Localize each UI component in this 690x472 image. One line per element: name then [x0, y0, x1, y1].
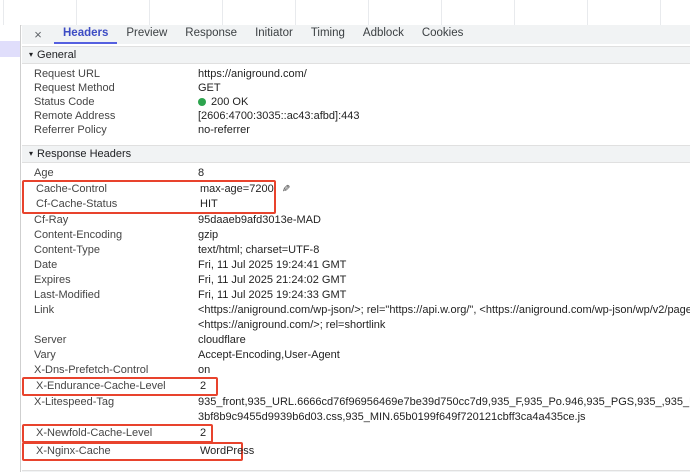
header-row-date: Date Fri, 11 Jul 2025 19:24:41 GMT — [22, 258, 690, 273]
page-table-grid — [0, 0, 690, 26]
header-row-content-encoding: Content-Encoding gzip — [22, 228, 690, 243]
annotation-box-endurance: X-Endurance-Cache-Level 2 — [22, 377, 218, 396]
header-row-cf-cache-status: Cf-Cache-Status HIT — [24, 197, 274, 212]
header-name: Referrer Policy — [34, 124, 107, 136]
header-value: 200 OK — [198, 95, 248, 109]
header-value: no-referrer — [198, 124, 250, 136]
header-row-x-newfold-cache-level: X-Newfold-Cache-Level 2 — [24, 426, 211, 441]
header-row-status-code: Status Code 200 OK — [22, 95, 690, 109]
tab-headers[interactable]: Headers — [54, 25, 118, 44]
header-value: Fri, 11 Jul 2025 19:24:41 GMT — [198, 259, 347, 271]
annotation-box-nginx: X-Nginx-Cache WordPress — [22, 442, 254, 461]
header-value: 2 — [200, 427, 207, 439]
header-value: text/html; charset=UTF-8 — [198, 244, 320, 256]
tab-cookies[interactable]: Cookies — [413, 25, 473, 44]
header-row-vary: Vary Accept-Encoding,User-Agent — [22, 348, 690, 363]
request-list-edge — [0, 25, 21, 472]
header-row-link: Link <https://aniground.com/wp-json/>; r… — [22, 303, 690, 333]
header-value: 8 — [198, 167, 205, 179]
header-name: Cache-Control — [36, 183, 107, 195]
header-name: X-Dns-Prefetch-Control — [34, 364, 149, 376]
header-name: Remote Address — [34, 110, 116, 122]
header-name: Vary — [34, 349, 56, 361]
header-value: HIT — [200, 198, 218, 210]
header-row-x-dns-prefetch-control: X-Dns-Prefetch-Control on — [22, 363, 690, 378]
header-value: gzip — [198, 229, 219, 241]
header-row-cf-ray: Cf-Ray 95daaeb9afd3013e-MAD — [22, 213, 690, 228]
tab-preview[interactable]: Preview — [117, 25, 176, 44]
devtools-tabbar: × Headers Preview Response Initiator Tim… — [22, 25, 690, 44]
tab-response[interactable]: Response — [176, 25, 246, 44]
header-value: 95daaeb9afd3013e-MAD — [198, 214, 321, 226]
tab-timing[interactable]: Timing — [302, 25, 354, 44]
header-name: X-Litespeed-Tag — [34, 396, 115, 408]
header-name: Expires — [34, 274, 71, 286]
header-value: on — [198, 364, 211, 376]
header-row-request-method: Request Method GET — [22, 81, 690, 95]
header-row-request-url: Request URL https://aniground.com/ — [22, 67, 690, 81]
header-name: Request Method — [34, 82, 115, 94]
header-row-content-type: Content-Type text/html; charset=UTF-8 — [22, 243, 690, 258]
header-value: cloudflare — [198, 334, 246, 346]
header-row-remote-address: Remote Address [2606:4700:3035::ac43:afb… — [22, 109, 690, 123]
header-name: Server — [34, 334, 67, 346]
header-row-x-nginx-cache: X-Nginx-Cache WordPress — [24, 444, 254, 459]
headers-detail-panel: × Headers Preview Response Initiator Tim… — [22, 25, 690, 472]
header-row-x-litespeed-tag: X-Litespeed-Tag 935_front,935_URL.6666cd… — [22, 395, 690, 425]
header-value: <https://aniground.com/wp-json/>; rel="h… — [198, 304, 690, 331]
header-name: Date — [34, 259, 58, 271]
close-icon[interactable]: × — [22, 25, 54, 44]
header-row-age: Age 8 — [22, 166, 690, 181]
annotation-box-cache: Cache-Control max-age=7200 ✎ Cf-Cache-Sta… — [22, 180, 290, 214]
tab-initiator[interactable]: Initiator — [246, 25, 302, 44]
header-name: Content-Type — [34, 244, 101, 256]
status-ok-dot-icon — [198, 98, 206, 106]
devtools-network-headers-screenshot: × Headers Preview Response Initiator Tim… — [0, 0, 690, 472]
headers-content: ▾ General Request URL https://aniground.c… — [22, 44, 690, 472]
header-name: Content-Encoding — [34, 229, 123, 241]
header-value: 935_front,935_URL.6666cd76f96956469e7be3… — [198, 396, 690, 423]
header-value: 2 — [200, 380, 207, 392]
header-row-x-endurance-cache-level: X-Endurance-Cache-Level 2 — [24, 379, 216, 394]
header-value: Accept-Encoding,User-Agent — [198, 349, 340, 361]
header-row-last-modified: Last-Modified Fri, 11 Jul 2025 19:24:33 … — [22, 288, 690, 303]
header-row-server: Server cloudflare — [22, 333, 690, 348]
edit-pencil-icon[interactable]: ✎ — [282, 182, 290, 197]
header-value: GET — [198, 82, 221, 94]
collapse-triangle-icon: ▾ — [29, 149, 34, 158]
header-row-referrer-policy: Referrer Policy no-referrer — [22, 123, 690, 137]
header-name: Cf-Ray — [34, 214, 69, 226]
header-value: Fri, 11 Jul 2025 19:24:33 GMT — [198, 289, 347, 301]
response-header-rows: Age 8 Cache-Control max-age=7200 ✎ Cf-Cac… — [22, 163, 690, 462]
section-general-title: General — [37, 49, 77, 61]
header-value: WordPress — [200, 445, 255, 457]
collapse-triangle-icon: ▾ — [29, 50, 34, 59]
section-general-header[interactable]: ▾ General — [22, 46, 690, 64]
header-name: Link — [34, 304, 55, 316]
tab-adblock[interactable]: Adblock — [354, 25, 413, 44]
annotation-box-newfold: X-Newfold-Cache-Level 2 — [22, 424, 213, 443]
header-value: Fri, 11 Jul 2025 21:24:02 GMT — [198, 274, 347, 286]
selected-request-row-fragment[interactable] — [0, 41, 20, 57]
header-name: Age — [34, 167, 54, 179]
header-name: X-Endurance-Cache-Level — [36, 380, 166, 392]
header-name: Status Code — [34, 96, 95, 108]
header-name: Cf-Cache-Status — [36, 198, 118, 210]
header-value: https://aniground.com/ — [198, 68, 307, 80]
header-row-cache-control: Cache-Control max-age=7200 ✎ — [24, 182, 290, 197]
header-row-expires: Expires Fri, 11 Jul 2025 21:24:02 GMT — [22, 273, 690, 288]
header-name: X-Nginx-Cache — [36, 445, 111, 457]
header-name: X-Newfold-Cache-Level — [36, 427, 153, 439]
header-value: [2606:4700:3035::ac43:afbd]:443 — [198, 110, 360, 122]
header-value: max-age=7200 ✎ — [200, 182, 291, 197]
general-rows: Request URL https://aniground.com/ Reque… — [22, 64, 690, 139]
section-response-headers-header[interactable]: ▾ Response Headers — [22, 145, 690, 163]
header-name: Request URL — [34, 68, 101, 80]
header-name: Last-Modified — [34, 289, 101, 301]
section-response-headers-title: Response Headers — [37, 148, 132, 160]
